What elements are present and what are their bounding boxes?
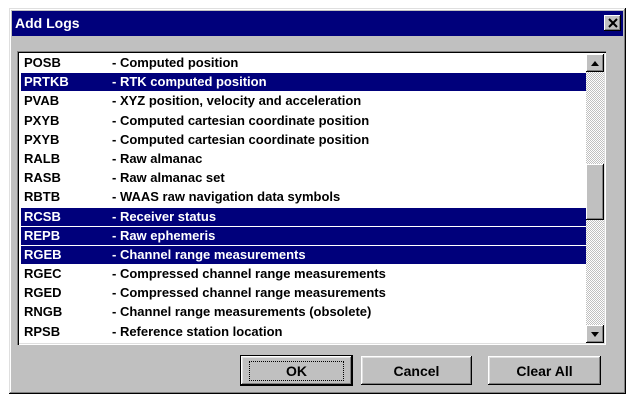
list-item[interactable]: RASB - Raw almanac set xyxy=(21,169,586,187)
log-description: - WAAS raw navigation data symbols xyxy=(112,189,341,205)
log-code: RGEC xyxy=(24,266,62,282)
log-code: REPB xyxy=(24,227,61,243)
log-code: RPSB xyxy=(24,323,61,339)
logs-listbox[interactable]: POSB - Computed position PRTKB - RTK comput… xyxy=(17,51,606,345)
arrow-up-icon xyxy=(591,60,599,66)
arrow-down-icon xyxy=(591,331,599,337)
ok-button-label: OK xyxy=(249,360,344,381)
log-code: RASB xyxy=(24,170,61,186)
ok-button[interactable]: OK xyxy=(240,355,353,386)
log-code: PXYB xyxy=(24,131,60,147)
list-item[interactable]: RBTB - WAAS raw navigation data symbols xyxy=(21,188,586,206)
log-description: - Raw ephemeris xyxy=(112,227,216,243)
log-description: - Computed cartesian coordinate position xyxy=(112,131,370,147)
log-code: PXYB xyxy=(24,112,60,128)
log-description: - Raw almanac xyxy=(112,150,203,166)
log-code: RGED xyxy=(24,285,62,301)
scroll-thumb[interactable] xyxy=(586,164,604,220)
list-item[interactable]: PVAB - XYZ position, velocity and acceler… xyxy=(21,92,586,110)
list-item[interactable]: PXYB - Computed cartesian coordinate posi… xyxy=(21,112,586,130)
list-item[interactable]: RALB - Raw almanac xyxy=(21,150,586,168)
list-item[interactable]: RCSB - Receiver status xyxy=(21,207,586,226)
log-code: POSB xyxy=(24,55,61,70)
log-code: RBTB xyxy=(24,189,61,205)
log-description: - Raw almanac set xyxy=(112,170,225,186)
clear-all-button[interactable]: Clear All xyxy=(488,356,601,385)
log-description: - XYZ position, velocity and acceleratio… xyxy=(112,93,362,109)
logs-list: POSB - Computed position PRTKB - RTK comput… xyxy=(21,54,586,343)
list-item[interactable]: REPB - Raw ephemeris xyxy=(21,226,586,245)
list-item[interactable]: RQGB - Channel measurements short form (o… xyxy=(21,342,586,344)
list-item[interactable]: PRTKB - RTK computed position xyxy=(21,73,586,92)
title-bar[interactable]: Add Logs xyxy=(12,11,623,36)
dialog-title: Add Logs xyxy=(15,15,80,31)
log-code: RQGB xyxy=(24,342,63,344)
log-description: - Compressed channel range measurements xyxy=(112,285,386,301)
vertical-scrollbar[interactable] xyxy=(586,54,604,343)
log-description: - RTK computed position xyxy=(112,74,267,90)
list-item[interactable]: RGED - Compressed channel range measureme… xyxy=(21,284,586,302)
log-description: - Channel range measurements (obsolete) xyxy=(112,304,372,320)
scroll-up-button[interactable] xyxy=(586,54,604,72)
close-icon xyxy=(607,18,618,28)
log-code: RALB xyxy=(24,150,61,166)
log-description: - Receiver status xyxy=(112,208,217,224)
close-button[interactable] xyxy=(604,15,621,31)
list-item[interactable]: RGEB - Channel range measurements xyxy=(21,245,586,264)
log-description: - Computed position xyxy=(112,55,239,70)
list-item[interactable]: PXYB - Computed cartesian coordinate posi… xyxy=(21,131,586,149)
list-item[interactable]: RGEC - Compressed channel range measureme… xyxy=(21,265,586,283)
log-code: PVAB xyxy=(24,93,60,109)
list-item[interactable]: POSB - Computed position xyxy=(21,54,586,72)
list-item[interactable]: RNGB - Channel range measurements (obsole… xyxy=(21,303,586,321)
list-item[interactable]: RPSB - Reference station location xyxy=(21,323,586,341)
log-description: - Compressed channel range measurements xyxy=(112,266,386,282)
log-code: RNGB xyxy=(24,304,63,320)
log-description: - Channel range measurements xyxy=(112,246,306,262)
clear-all-button-label: Clear All xyxy=(516,362,573,379)
cancel-button-label: Cancel xyxy=(393,362,440,379)
add-logs-dialog: Add Logs POSB - Computed position PRTKB - R… xyxy=(9,8,626,394)
log-code: PRTKB xyxy=(24,74,69,90)
log-description: - Reference station location xyxy=(112,323,283,339)
log-code: RGEB xyxy=(24,246,62,262)
log-code: RCSB xyxy=(24,208,61,224)
log-description: - Computed cartesian coordinate position xyxy=(112,112,370,128)
cancel-button[interactable]: Cancel xyxy=(361,356,472,385)
scroll-down-button[interactable] xyxy=(586,325,604,343)
log-description: - Channel measurements short form (obsol… xyxy=(112,342,401,344)
